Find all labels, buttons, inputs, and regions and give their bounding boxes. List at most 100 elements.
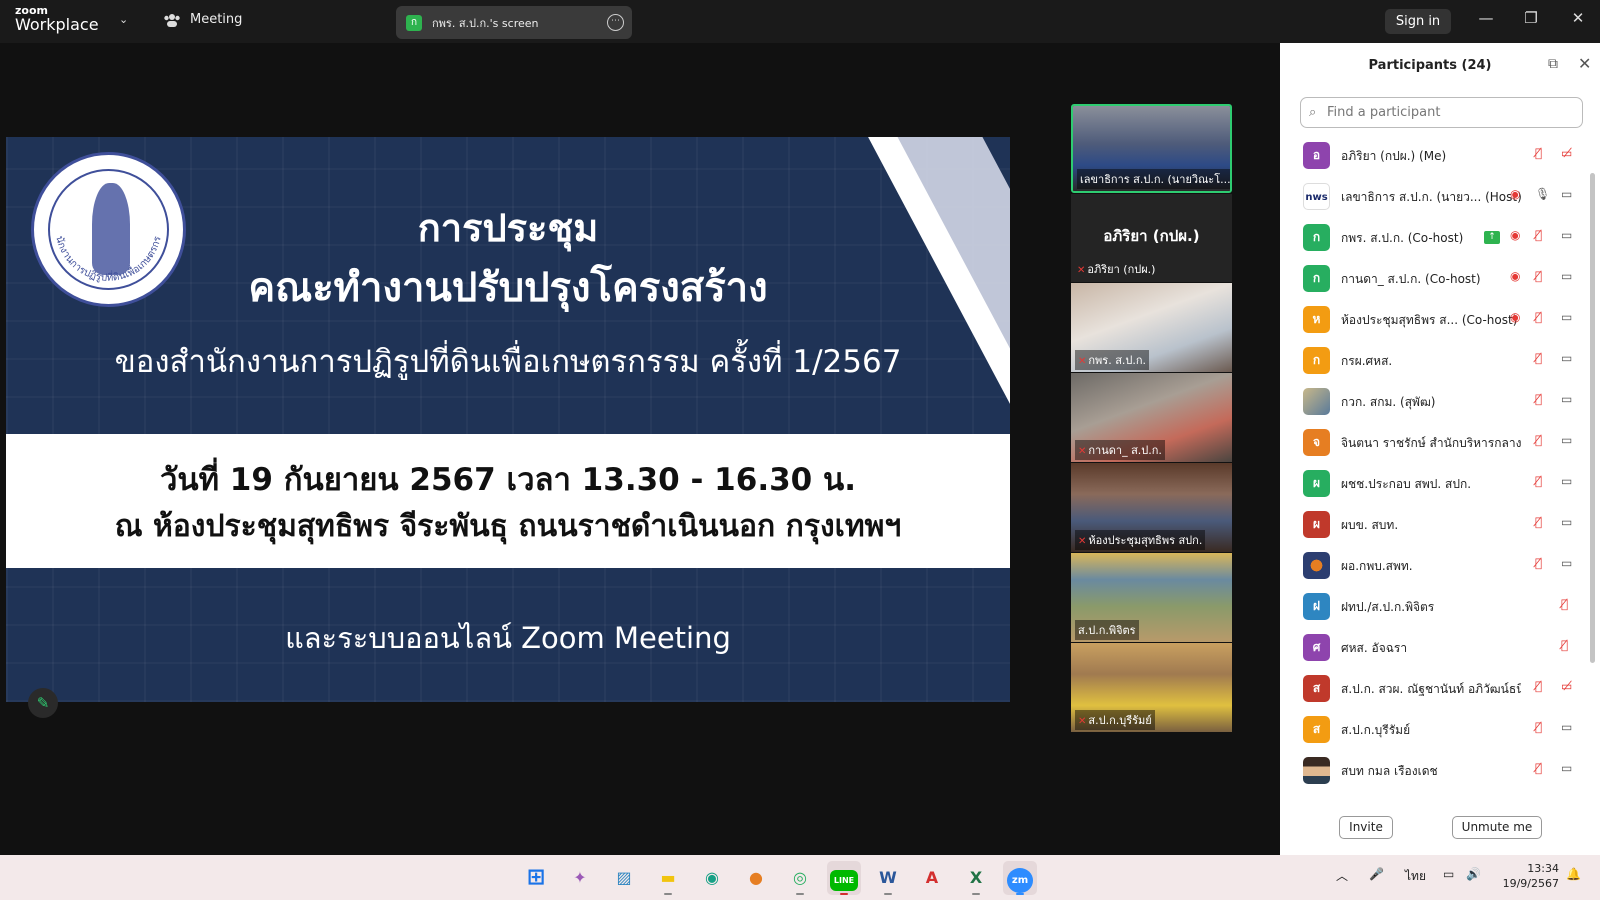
muted-mic-icon[interactable]: 🎙̸ [1535, 269, 1542, 283]
self-view-tile[interactable]: อภิริยา (กปผ.) ✕ อภิริยา (กปผ.) [1071, 194, 1232, 282]
annotate-pencil-icon[interactable]: ✎ [28, 688, 58, 718]
clock[interactable]: 13:34 19/9/2567 [1499, 861, 1559, 891]
video-tile[interactable]: ส.ป.ก.พิจิตร [1071, 553, 1232, 642]
video-icon[interactable]: ▭ [1561, 474, 1572, 488]
video-off-icon[interactable]: ▭̸ [1561, 679, 1572, 693]
participant-list-scrollbar[interactable] [1590, 173, 1595, 663]
participant-row[interactable]: ส ส.ป.ก.บุรีรัมย์ 🎙̸ ▭ [1280, 709, 1590, 750]
muted-mic-icon[interactable]: 🎙̸ [1535, 515, 1542, 529]
video-icon[interactable]: ▭ [1561, 761, 1572, 775]
video-tile[interactable]: ✕ ห้องประชุมสุทธิพร สปก. [1071, 463, 1232, 552]
video-icon[interactable]: ▭ [1561, 433, 1572, 447]
firefox-icon[interactable]: ● [739, 861, 773, 895]
participant-row[interactable]: ฝ ฝทป./ส.ป.ก.พิจิตร 🎙̸ [1280, 586, 1590, 627]
photos-icon[interactable]: ▨ [607, 861, 641, 895]
muted-mic-icon[interactable]: 🎙̸ [1535, 679, 1542, 693]
language-indicator[interactable]: ไทย [1405, 867, 1426, 886]
muted-mic-icon[interactable]: 🎙̸ [1535, 351, 1542, 365]
video-tile-name: ส.ป.ก.บุรีรัมย์ [1088, 714, 1152, 727]
muted-mic-icon[interactable]: 🎙̸ [1535, 392, 1542, 406]
title-bar: zoom Workplace ⌄ Meeting ก กพร. ส.ป.ก.'s… [0, 0, 1600, 43]
meeting-tab[interactable]: Meeting [163, 12, 242, 27]
muted-mic-icon[interactable]: 🎙̸ [1561, 638, 1568, 652]
video-tile-active-speaker[interactable]: เลขาธิการ ส.ป.ก. (นายวิณะโ... [1071, 104, 1232, 193]
muted-mic-icon[interactable]: 🎙̸ [1535, 556, 1542, 570]
participant-row[interactable]: ผ ผชช.ประกอบ สพป. สปก. 🎙̸ ▭ [1280, 463, 1590, 504]
participants-panel: Participants (24) ⧉ ✕ ⌕ Find a participa… [1280, 43, 1600, 855]
edge-icon[interactable]: ◉ [695, 861, 729, 895]
more-options-icon[interactable]: ⋯ [607, 14, 624, 31]
sign-in-button[interactable]: Sign in [1385, 9, 1451, 34]
restore-icon[interactable]: ❐ [1516, 9, 1546, 27]
mic-icon[interactable]: 🎙 [1535, 187, 1550, 201]
zoom-workplace-logo[interactable]: zoom Workplace [15, 5, 99, 33]
participant-row[interactable]: ผ ผบข. สบท. 🎙̸ ▭ [1280, 504, 1590, 545]
video-tile[interactable]: ✕ กพร. ส.ป.ก. [1071, 283, 1232, 372]
avatar: ส [1303, 716, 1330, 743]
participant-row[interactable]: กวก. สกม. (สุพัฒ) 🎙̸ ▭ [1280, 381, 1590, 422]
muted-mic-icon[interactable]: 🎙̸ [1535, 146, 1542, 160]
video-icon[interactable]: ▭ [1561, 310, 1572, 324]
recording-icon: ◉ [1510, 228, 1521, 242]
video-icon[interactable]: ▭ [1561, 720, 1572, 734]
network-icon[interactable]: ▭ [1443, 867, 1454, 881]
participant-row[interactable]: ศ ศหส. อัจฉรา 🎙̸ [1280, 627, 1590, 668]
muted-mic-icon[interactable]: 🎙̸ [1535, 228, 1542, 242]
video-icon[interactable]: ▭ [1561, 392, 1572, 406]
video-off-icon[interactable]: ▭̸ [1561, 146, 1572, 160]
avatar: ศ [1303, 634, 1330, 661]
video-tile[interactable]: ✕ ส.ป.ก.บุรีรัมย์ [1071, 643, 1232, 732]
notification-bell-icon[interactable]: 🔔 [1566, 867, 1581, 881]
muted-mic-icon[interactable]: 🎙̸ [1535, 474, 1542, 488]
muted-mic-icon[interactable]: 🎙̸ [1535, 761, 1542, 775]
participant-row[interactable]: nws เลขาธิการ ส.ป.ก. (นายว... (Host) ◉ 🎙… [1280, 176, 1590, 217]
windows-start-icon[interactable]: ⊞ [519, 861, 553, 895]
video-icon[interactable]: ▭ [1561, 515, 1572, 529]
volume-icon[interactable]: 🔊 [1466, 867, 1481, 881]
word-icon[interactable]: W [871, 861, 905, 895]
participant-row[interactable]: จ จินตนา ราชรักษ์ สำนักบริหารกลาง 🎙̸ ▭ [1280, 422, 1590, 463]
shared-screen-slide: สำนักงานการปฏิรูปที่ดินเพื่อเกษตรกรรม กา… [6, 137, 1010, 702]
close-panel-icon[interactable]: ✕ [1578, 54, 1591, 73]
chrome-glyph: ◎ [793, 868, 807, 887]
muted-mic-icon[interactable]: 🎙̸ [1535, 310, 1542, 324]
zoom-icon[interactable]: zm [1003, 861, 1037, 895]
video-tile-label: เลขาธิการ ส.ป.ก. (นายวิณะโ... [1077, 169, 1230, 189]
video-icon[interactable]: ▭ [1561, 351, 1572, 365]
copilot-icon[interactable]: ✦ [563, 861, 597, 895]
participant-name: เลขาธิการ ส.ป.ก. (นายว... (Host) [1341, 190, 1521, 204]
invite-button[interactable]: Invite [1339, 816, 1393, 839]
minimize-icon[interactable]: — [1471, 9, 1501, 27]
unmute-me-button[interactable]: Unmute me [1452, 816, 1542, 839]
acrobat-icon[interactable]: A [915, 861, 949, 895]
microphone-icon[interactable]: 🎤 [1369, 867, 1384, 881]
participant-row[interactable]: ส ส.ป.ก. สวผ. ณัฐชานันท์ อภิวัฒน์ธนิกุล … [1280, 668, 1590, 709]
video-icon[interactable]: ▭ [1561, 269, 1572, 283]
close-window-icon[interactable]: ✕ [1563, 9, 1593, 27]
participant-row[interactable]: อ อภิริยา (กปผ.) (Me) 🎙̸ ▭̸ [1280, 135, 1590, 176]
participant-name: ห้องประชุมสุทธิพร ส... (Co-host) [1341, 313, 1518, 327]
muted-mic-icon[interactable]: 🎙̸ [1561, 597, 1568, 611]
excel-icon[interactable]: X [959, 861, 993, 895]
participant-row[interactable]: ห ห้องประชุมสุทธิพร ส... (Co-host) ◉ 🎙̸ … [1280, 299, 1590, 340]
screen-share-tab[interactable]: ก กพร. ส.ป.ก.'s screen ⋯ [396, 6, 632, 39]
video-icon[interactable]: ▭ [1561, 556, 1572, 570]
muted-mic-icon[interactable]: 🎙̸ [1535, 433, 1542, 447]
chrome-icon[interactable]: ◎ [783, 861, 817, 895]
line-icon[interactable]: LINE [827, 861, 861, 895]
popout-icon[interactable]: ⧉ [1548, 56, 1558, 72]
chevron-down-icon[interactable]: ⌄ [119, 13, 128, 26]
video-icon[interactable]: ▭ [1561, 187, 1572, 201]
participant-row[interactable]: ผอ.กพบ.สพท. 🎙̸ ▭ [1280, 545, 1590, 586]
muted-mic-icon[interactable]: 🎙̸ [1535, 720, 1542, 734]
video-tile[interactable]: ✕ กานดา_ ส.ป.ก. [1071, 373, 1232, 462]
participant-row[interactable]: สบท กมล เรืองเดช 🎙̸ ▭ [1280, 750, 1590, 785]
show-hidden-icons-chevron-icon[interactable]: ︿ [1336, 867, 1348, 884]
participant-row[interactable]: ก กรผ.ศหส. 🎙̸ ▭ [1280, 340, 1590, 381]
participant-list: อ อภิริยา (กปผ.) (Me) 🎙̸ ▭̸ nws เลขาธิกา… [1280, 135, 1590, 785]
video-icon[interactable]: ▭ [1561, 228, 1572, 242]
file-explorer-icon[interactable]: ▬ [651, 861, 685, 895]
participant-row[interactable]: ก กพร. ส.ป.ก. (Co-host) ↑ ◉ 🎙̸ ▭ [1280, 217, 1590, 258]
participant-row[interactable]: ก กานดา_ ส.ป.ก. (Co-host) ◉ 🎙̸ ▭ [1280, 258, 1590, 299]
find-participant-input[interactable]: ⌕ Find a participant [1300, 97, 1583, 128]
